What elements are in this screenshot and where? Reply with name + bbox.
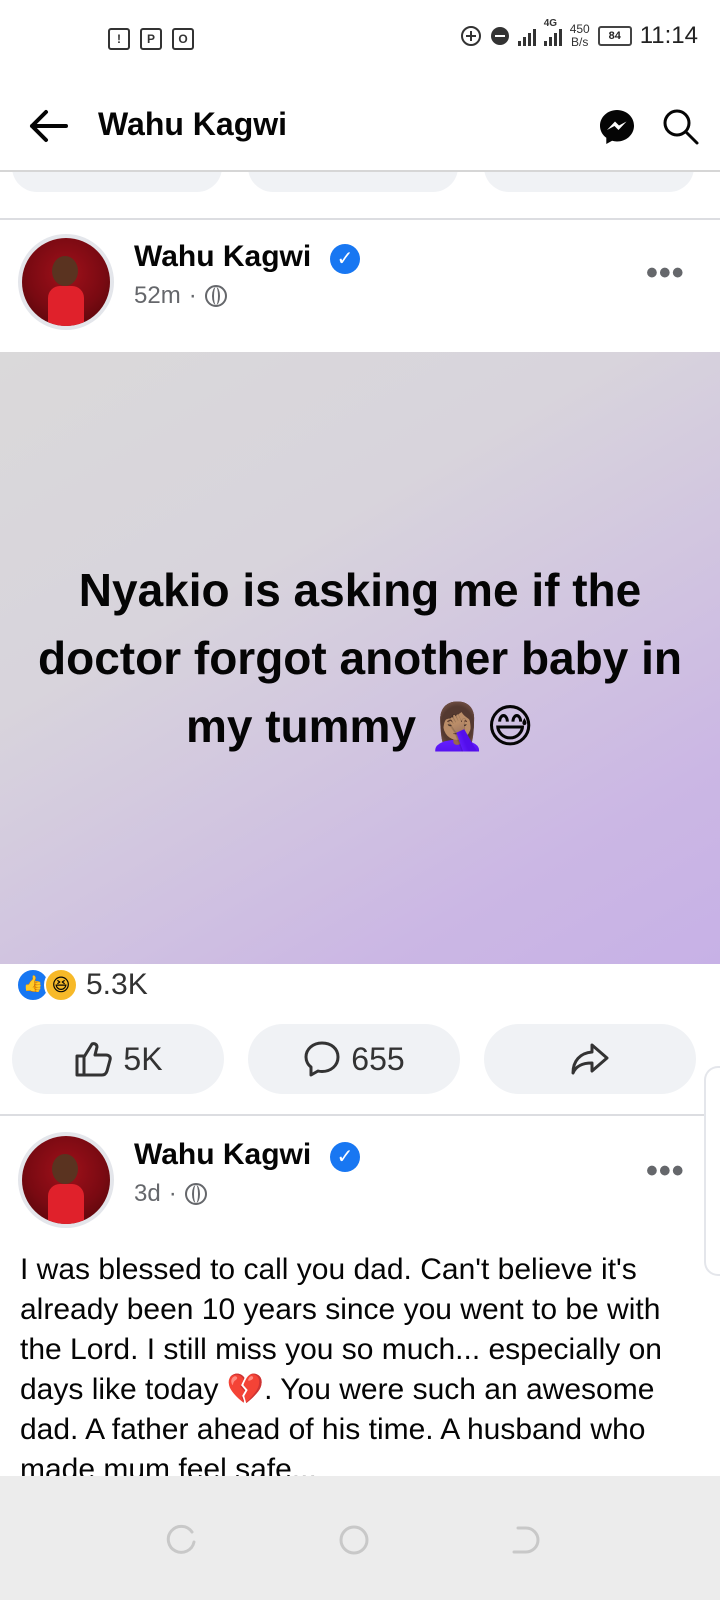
messenger-icon[interactable] <box>598 108 636 146</box>
reaction-summary[interactable]: 👍 😆 5.3K <box>16 968 148 1002</box>
scroll-handle[interactable] <box>704 1066 720 1276</box>
share-arrow-icon <box>571 1043 609 1075</box>
signal-icon <box>517 26 536 46</box>
haha-reaction-icon: 😆 <box>44 968 78 1002</box>
previous-comment-button[interactable] <box>248 172 458 192</box>
add-circle-icon <box>460 26 481 46</box>
signal-4g-icon: 4G <box>543 18 562 46</box>
verified-badge-icon: ✓ <box>330 244 360 274</box>
speed-unit: B/s <box>571 35 589 49</box>
post-text[interactable]: I was blessed to call you dad. Can't bel… <box>20 1250 700 1476</box>
battery-level: 84 <box>608 30 621 42</box>
meta-separator: · <box>188 282 197 309</box>
battery-icon: 84 <box>597 26 632 46</box>
post-author[interactable]: Wahu Kagwi <box>134 1138 311 1172</box>
back-icon[interactable] <box>508 1524 540 1556</box>
post-author[interactable]: Wahu Kagwi <box>134 240 311 274</box>
comment-count: 655 <box>351 1040 405 1077</box>
post-meta: 3d · <box>134 1180 207 1208</box>
reaction-count: 5.3K <box>86 968 148 1001</box>
avatar[interactable] <box>18 1132 114 1228</box>
sim-alert-icon: ! <box>108 28 130 50</box>
page-title: Wahu Kagwi <box>98 106 288 142</box>
avatar[interactable] <box>18 234 114 330</box>
search-icon[interactable] <box>660 106 700 146</box>
post-meta: 52m · <box>134 282 227 310</box>
more-options-icon[interactable]: ••• <box>646 254 685 293</box>
like-count: 5K <box>123 1040 163 1077</box>
status-bar: ! P O 4G 450 B/s 84 11:14 <box>0 0 720 80</box>
previous-share-button[interactable] <box>484 172 694 192</box>
do-not-disturb-icon <box>490 27 509 45</box>
like-button[interactable]: 5K <box>12 1024 224 1094</box>
network-type: 4G <box>543 18 558 29</box>
system-status: 4G 450 B/s 84 11:14 <box>460 18 698 50</box>
thumbs-up-icon <box>75 1042 113 1077</box>
previous-like-button[interactable] <box>12 172 222 192</box>
recent-apps-icon[interactable] <box>166 1524 198 1556</box>
outlook-icon: O <box>172 28 194 50</box>
home-icon[interactable] <box>338 1524 370 1556</box>
post-divider <box>0 1114 720 1116</box>
post-time[interactable]: 52m <box>134 282 181 310</box>
comment-icon <box>304 1041 340 1077</box>
verified-badge-icon: ✓ <box>330 1142 360 1172</box>
more-options-icon[interactable]: ••• <box>646 1152 685 1191</box>
network-speed: 450 B/s <box>570 23 590 49</box>
system-navigation-bar <box>0 1476 720 1600</box>
share-button[interactable] <box>484 1024 696 1094</box>
comment-button[interactable]: 655 <box>248 1024 460 1094</box>
previous-post-actions <box>0 172 720 220</box>
page-header: Wahu Kagwi <box>0 80 720 172</box>
notification-icons: ! P O <box>108 28 194 50</box>
globe-icon <box>184 1183 207 1205</box>
post-time[interactable]: 3d <box>134 1180 161 1208</box>
globe-icon <box>204 285 227 307</box>
document-icon: P <box>140 28 162 50</box>
meta-separator: · <box>168 1180 177 1207</box>
clock: 11:14 <box>639 22 698 49</box>
post-text: Nyakio is asking me if the doctor forgot… <box>38 564 682 752</box>
back-arrow-icon[interactable] <box>26 106 70 146</box>
profile-photo <box>22 1136 110 1224</box>
post-background-text[interactable]: Nyakio is asking me if the doctor forgot… <box>0 352 720 964</box>
profile-photo <box>22 238 110 326</box>
